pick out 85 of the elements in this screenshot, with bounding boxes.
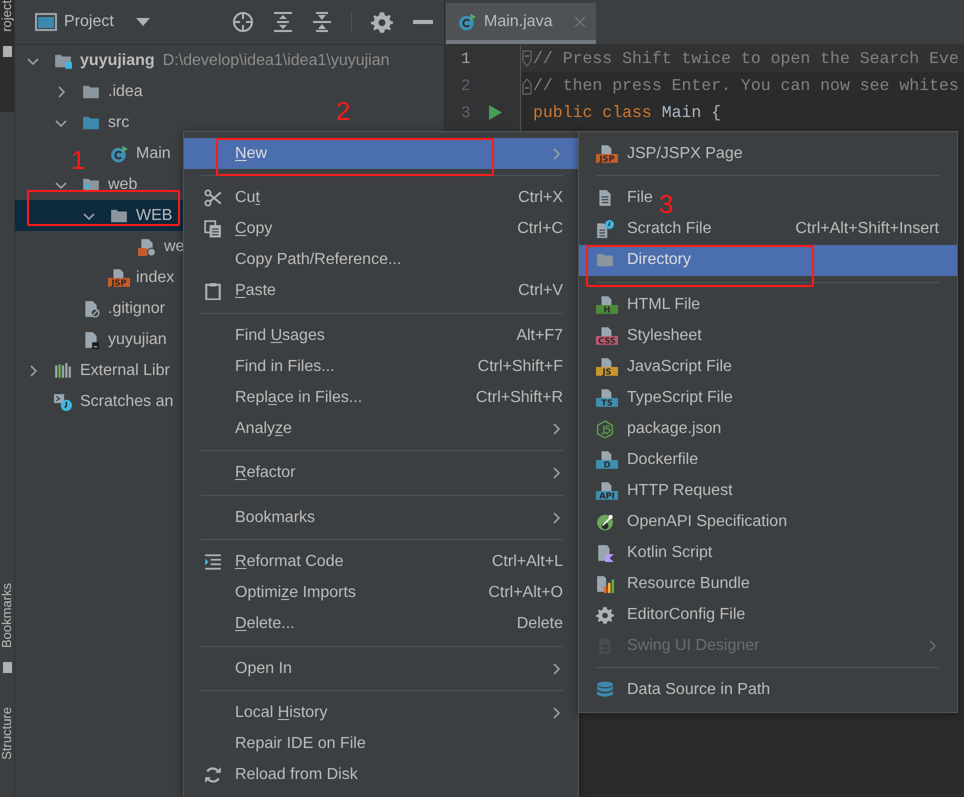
flag-file-icon: [596, 544, 614, 562]
menu-item[interactable]: Repair IDE on File: [184, 728, 366, 760]
menu-item[interactable]: Resource Bundle: [579, 568, 750, 599]
indent-lines-icon: [204, 553, 222, 571]
menu-item[interactable]: Find Usages Alt+F7: [184, 320, 578, 351]
menu-item[interactable]: Reload from Disk: [184, 760, 358, 790]
copy-icon: [204, 220, 222, 238]
menu-item[interactable]: File: [579, 182, 653, 214]
menu-item[interactable]: Copy Ctrl+C: [184, 214, 578, 244]
tree-item[interactable]: yuyujian: [81, 324, 167, 355]
menu-item[interactable]: Delete... Delete: [184, 608, 578, 640]
expand-all-icon[interactable]: [273, 11, 293, 33]
step-number: 3: [659, 195, 674, 213]
tool-window-tab[interactable]: Bookmarks: [0, 576, 14, 673]
locate-icon[interactable]: [232, 11, 254, 33]
menu-item[interactable]: TS TypeScript File: [579, 382, 733, 413]
tree-item[interactable]: External Libr: [25, 355, 170, 386]
database-icon: [596, 681, 614, 699]
settings-icon: [596, 606, 614, 624]
menu-item[interactable]: package.json: [579, 413, 722, 444]
step-number: 1: [71, 151, 86, 169]
menu-item[interactable]: H HTML File: [579, 289, 700, 320]
web-file-icon: [138, 238, 156, 256]
tree-item[interactable]: Main: [109, 138, 171, 169]
code-line: // then press Enter. You can now see whites: [533, 76, 959, 95]
scratch-icon: [54, 392, 72, 410]
tool-window-tab[interactable]: roject: [0, 0, 14, 112]
scratch-file-icon: [596, 220, 614, 238]
run-icon[interactable]: [488, 105, 502, 120]
class-icon: [458, 12, 476, 30]
menu-item[interactable]: Scratch File Ctrl+Alt+Shift+Insert: [579, 214, 957, 244]
menu-item[interactable]: OpenAPI Specification: [579, 506, 788, 537]
menu-item[interactable]: API HTTP Request: [579, 475, 733, 506]
tree-item[interactable]: JSP index: [109, 262, 174, 293]
class-icon: [110, 144, 128, 162]
hexagon-icon: [596, 420, 614, 438]
fold-marker-icon[interactable]: [522, 76, 532, 96]
library-icon: [54, 362, 72, 380]
code-line: public class Main {: [533, 103, 722, 122]
menu-item[interactable]: Open In: [184, 653, 578, 684]
code-line: // Press Shift twice to open the Search Eve: [533, 49, 959, 68]
collapse-all-icon[interactable]: [312, 11, 332, 33]
step-number: 2: [336, 102, 350, 120]
menu-item[interactable]: CSS Stylesheet: [579, 320, 702, 351]
menu-item[interactable]: Cut Ctrl+X: [184, 182, 578, 214]
menu-item[interactable]: EditorConfig File: [579, 599, 746, 630]
circle-node-icon: [596, 512, 614, 530]
menu-item[interactable]: Kotlin Script: [579, 537, 712, 568]
menu-item[interactable]: Find in Files... Ctrl+Shift+F: [184, 351, 578, 382]
menu-item[interactable]: D Dockerfile: [579, 444, 698, 475]
menu-item[interactable]: Reformat Code Ctrl+Alt+L: [184, 546, 578, 578]
menu-item[interactable]: Directory: [579, 244, 957, 276]
tree-item[interactable]: .gitignor: [81, 293, 165, 324]
menu-item[interactable]: Paste Ctrl+V: [184, 276, 578, 306]
tree-item[interactable]: Scratches an: [53, 386, 174, 417]
editor-tab[interactable]: Main.java: [446, 3, 596, 44]
menu-item[interactable]: Local History: [184, 698, 578, 728]
menu-item[interactable]: Optimize Imports Ctrl+Alt+O: [184, 578, 578, 608]
menu-item[interactable]: New: [184, 138, 578, 169]
menu-item[interactable]: Bookmarks: [184, 502, 578, 533]
scissors-icon: [204, 189, 222, 207]
clipboard-icon: [204, 282, 222, 300]
menu-item[interactable]: Refactor: [184, 458, 578, 488]
settings-icon[interactable]: [371, 11, 393, 33]
menu-item[interactable]: JS JavaScript File: [579, 351, 732, 382]
menu-item[interactable]: Data Source in Path: [579, 674, 770, 706]
menu-item[interactable]: Analyze: [184, 413, 578, 444]
menu-item[interactable]: Copy Path/Reference...: [184, 244, 402, 276]
menu-item[interactable]: Replace in Files... Ctrl+Shift+R: [184, 382, 578, 413]
tree-item[interactable]: we: [137, 231, 184, 262]
folder-icon: [596, 251, 614, 269]
tool-window-tab[interactable]: Structure: [0, 703, 14, 797]
panel-title: Project: [64, 13, 114, 31]
tree-item[interactable]: web: [53, 169, 138, 200]
bar-chart-file-icon: [596, 574, 614, 592]
reload-icon: [204, 766, 222, 784]
line-number: 1: [460, 50, 472, 68]
dropdown-caret-icon[interactable]: [136, 17, 150, 27]
fold-marker-icon[interactable]: [522, 48, 532, 68]
window-icon: [35, 13, 57, 31]
minimize-icon[interactable]: [412, 19, 434, 25]
tree-item[interactable]: src: [53, 107, 130, 138]
menu-item[interactable]: JSP JSP/JSPX Page: [579, 138, 743, 169]
tree-item[interactable]: yuyujiang D:\develop\idea1\idea1\yuyujian: [25, 45, 390, 76]
tree-item[interactable]: .idea: [53, 76, 143, 107]
